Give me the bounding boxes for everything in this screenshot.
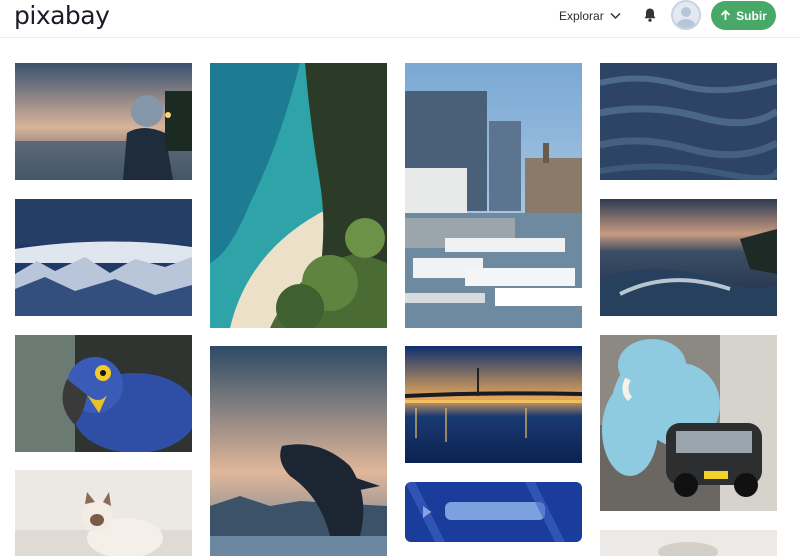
image-tile-partial-bottom[interactable] bbox=[600, 530, 777, 556]
chevron-down-icon bbox=[610, 12, 621, 20]
image-tile-water-ripples[interactable] bbox=[600, 63, 777, 180]
image-tile-whale[interactable] bbox=[210, 346, 387, 556]
image-tile-marina[interactable] bbox=[405, 63, 582, 328]
image-tile-woman-helmet[interactable] bbox=[15, 63, 192, 180]
image-tile-bridge-night[interactable] bbox=[405, 346, 582, 463]
image-tile-banner[interactable] bbox=[405, 482, 582, 542]
upload-arrow-icon bbox=[721, 10, 731, 20]
explore-menu[interactable]: Explorar bbox=[559, 9, 621, 23]
top-header: pixabay Explorar Subir bbox=[0, 0, 800, 38]
notifications-button[interactable] bbox=[642, 7, 658, 23]
image-tile-parrot[interactable] bbox=[15, 335, 192, 452]
image-tile-cat[interactable] bbox=[15, 470, 192, 556]
user-avatar[interactable] bbox=[671, 0, 701, 30]
image-tile-mountains[interactable] bbox=[15, 199, 192, 316]
upload-button[interactable]: Subir bbox=[711, 1, 776, 30]
explore-label: Explorar bbox=[559, 9, 604, 23]
image-tile-elephant-car[interactable] bbox=[600, 335, 777, 511]
user-avatar-icon bbox=[676, 7, 696, 28]
bell-icon bbox=[644, 8, 656, 22]
pixabay-logo[interactable]: pixabay bbox=[14, 2, 110, 30]
image-tile-aerial-beach[interactable] bbox=[210, 63, 387, 328]
image-tile-stormy-sea[interactable] bbox=[600, 199, 777, 316]
upload-label: Subir bbox=[736, 8, 767, 23]
